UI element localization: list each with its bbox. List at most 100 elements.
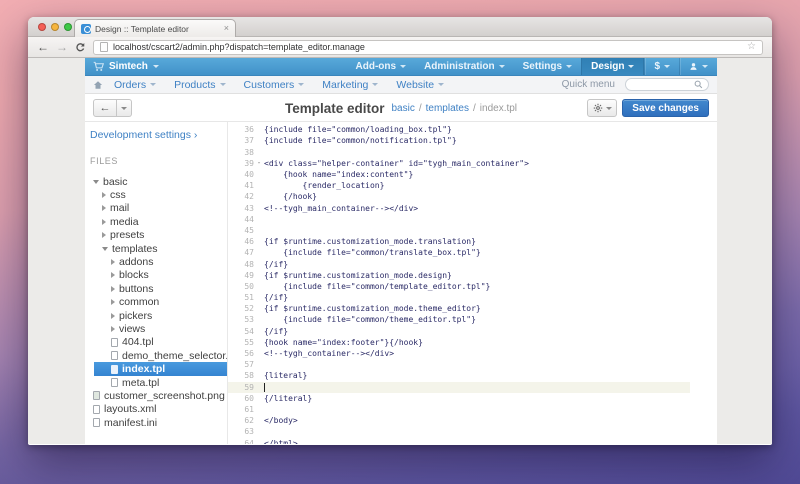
code-text[interactable]: {include file="common/notification.tpl"} (264, 136, 457, 145)
folder-closed-icon[interactable] (102, 232, 106, 238)
code-text[interactable]: </html> (264, 439, 298, 444)
tree-item-pickers[interactable]: pickers (85, 309, 227, 322)
code-line-46[interactable]: 46{if $runtime.customization_mode.transl… (228, 236, 690, 247)
folder-closed-icon[interactable] (111, 326, 115, 332)
code-line-50[interactable]: 50 {include file="common/template_editor… (228, 281, 690, 292)
search-box[interactable] (625, 78, 709, 91)
tree-item-common[interactable]: common (85, 296, 227, 309)
quick-menu-link[interactable]: Quick menu (562, 79, 615, 90)
code-text[interactable]: {if $runtime.customization_mode.translat… (264, 237, 476, 246)
tab-close-icon[interactable]: × (224, 24, 229, 33)
code-line-47[interactable]: 47 {include file="common/translate_box.t… (228, 247, 690, 258)
minimize-window-button[interactable] (51, 23, 59, 31)
code-line-48[interactable]: 48{/if} (228, 258, 690, 269)
tree-item-basic[interactable]: basic (85, 175, 227, 188)
save-changes-button[interactable]: Save changes (622, 99, 709, 117)
code-line-39[interactable]: 39-<div class="helper-container" id="tyg… (228, 158, 690, 169)
tree-item-demo_theme_selector-tpl[interactable]: demo_theme_selector.tpl (85, 349, 227, 362)
folder-closed-icon[interactable] (102, 205, 106, 211)
code-line-41[interactable]: 41 {render_location} (228, 180, 690, 191)
code-line-51[interactable]: 51{/if} (228, 292, 690, 303)
fold-marker-icon[interactable]: - (254, 159, 264, 167)
code-line-62[interactable]: 62</body> (228, 415, 690, 426)
code-line-61[interactable]: 61 (228, 404, 690, 415)
code-line-49[interactable]: 49{if $runtime.customization_mode.design… (228, 270, 690, 281)
tree-item-blocks[interactable]: blocks (85, 269, 227, 282)
folder-open-icon[interactable] (93, 180, 99, 184)
code-line-55[interactable]: 55{hook name="index:footer"}{/hook} (228, 337, 690, 348)
code-line-45[interactable]: 45 (228, 225, 690, 236)
back-dropdown-button[interactable] (117, 99, 132, 117)
code-text[interactable]: </body> (264, 416, 298, 425)
code-text[interactable]: <!--tygh_main_container--></div> (264, 204, 418, 213)
code-text[interactable]: {/if} (264, 293, 288, 302)
code-line-59[interactable]: 59 (228, 382, 690, 393)
tree-item-css[interactable]: css (85, 188, 227, 201)
code-line-43[interactable]: 43<!--tygh_main_container--></div> (228, 203, 690, 214)
admin-menu-user[interactable] (679, 58, 717, 75)
code-text[interactable]: <div class="helper-container" id="tygh_m… (264, 159, 529, 168)
folder-closed-icon[interactable] (111, 259, 115, 265)
tree-item-media[interactable]: media (85, 215, 227, 228)
code-line-44[interactable]: 44 (228, 214, 690, 225)
code-line-37[interactable]: 37{include file="common/notification.tpl… (228, 135, 690, 146)
code-text[interactable]: {hook name="index:footer"}{/hook} (264, 338, 423, 347)
folder-closed-icon[interactable] (111, 286, 115, 292)
code-text[interactable]: {if $runtime.customization_mode.design} (264, 271, 452, 280)
code-text[interactable]: {include file="common/loading_box.tpl"} (264, 125, 452, 134)
code-text[interactable]: {/if} (264, 260, 288, 269)
tree-item-views[interactable]: views (85, 322, 227, 335)
breadcrumb-templates[interactable]: templates (426, 103, 469, 114)
address-bar[interactable]: localhost/cscart2/admin.php?dispatch=tem… (93, 40, 763, 55)
tree-item-mail[interactable]: mail (85, 202, 227, 215)
tree-item-layouts-xml[interactable]: layouts.xml (85, 403, 227, 416)
folder-closed-icon[interactable] (111, 299, 115, 305)
code-text[interactable]: {render_location} (264, 181, 384, 190)
code-text[interactable]: {include file="common/theme_editor.tpl"} (264, 315, 476, 324)
code-text[interactable]: {/literal} (264, 394, 312, 403)
breadcrumb-basic[interactable]: basic (392, 103, 415, 114)
code-line-63[interactable]: 63 (228, 426, 690, 437)
folder-closed-icon[interactable] (102, 219, 106, 225)
nav-item-customers[interactable]: Customers (235, 79, 314, 91)
development-settings-link[interactable]: Development settings › (85, 129, 227, 141)
close-window-button[interactable] (38, 23, 46, 31)
forward-icon[interactable]: → (56, 41, 68, 53)
code-line-40[interactable]: 40 {hook name="index:content"} (228, 169, 690, 180)
admin-menu-design[interactable]: Design (581, 58, 644, 75)
back-button[interactable]: ← (93, 99, 117, 117)
code-line-36[interactable]: 36{include file="common/loading_box.tpl"… (228, 124, 690, 135)
code-line-60[interactable]: 60{/literal} (228, 393, 690, 404)
tree-item-meta-tpl[interactable]: meta.tpl (85, 376, 227, 389)
code-line-54[interactable]: 54{/if} (228, 326, 690, 337)
zoom-window-button[interactable] (64, 23, 72, 31)
tree-item-templates[interactable]: templates (85, 242, 227, 255)
nav-item-products[interactable]: Products (165, 79, 234, 91)
tree-item-index-tpl[interactable]: index.tpl (94, 362, 227, 375)
admin-menu-addons[interactable]: Add-ons (347, 58, 416, 75)
code-text[interactable]: {include file="common/template_editor.tp… (264, 282, 490, 291)
code-text[interactable]: {/hook} (264, 192, 317, 201)
nav-item-marketing[interactable]: Marketing (313, 79, 387, 91)
code-text[interactable]: {/if} (264, 327, 288, 336)
storefront-menu[interactable]: Simtech (109, 61, 148, 72)
back-icon[interactable]: ← (37, 41, 49, 53)
folder-closed-icon[interactable] (102, 192, 106, 198)
tree-item-addons[interactable]: addons (85, 255, 227, 268)
folder-closed-icon[interactable] (111, 272, 115, 278)
bookmark-star-icon[interactable]: ☆ (747, 42, 756, 52)
code-line-52[interactable]: 52{if $runtime.customization_mode.theme_… (228, 303, 690, 314)
settings-gear-button[interactable] (587, 99, 617, 117)
admin-menu-settings[interactable]: Settings (514, 58, 581, 75)
tree-item-buttons[interactable]: buttons (85, 282, 227, 295)
code-line-42[interactable]: 42 {/hook} (228, 191, 690, 202)
tree-item-presets[interactable]: presets (85, 229, 227, 242)
search-input[interactable] (632, 80, 690, 90)
tree-item-404-tpl[interactable]: 404.tpl (85, 336, 227, 349)
code-line-38[interactable]: 38 (228, 147, 690, 158)
browser-tab[interactable]: Design :: Template editor × (74, 19, 236, 37)
tree-item-manifest-ini[interactable]: manifest.ini (85, 416, 227, 429)
code-text[interactable]: {if $runtime.customization_mode.theme_ed… (264, 304, 481, 313)
url-text[interactable]: localhost/cscart2/admin.php?dispatch=tem… (113, 42, 742, 52)
tree-item-customer_screenshot-png[interactable]: customer_screenshot.png (85, 389, 227, 402)
